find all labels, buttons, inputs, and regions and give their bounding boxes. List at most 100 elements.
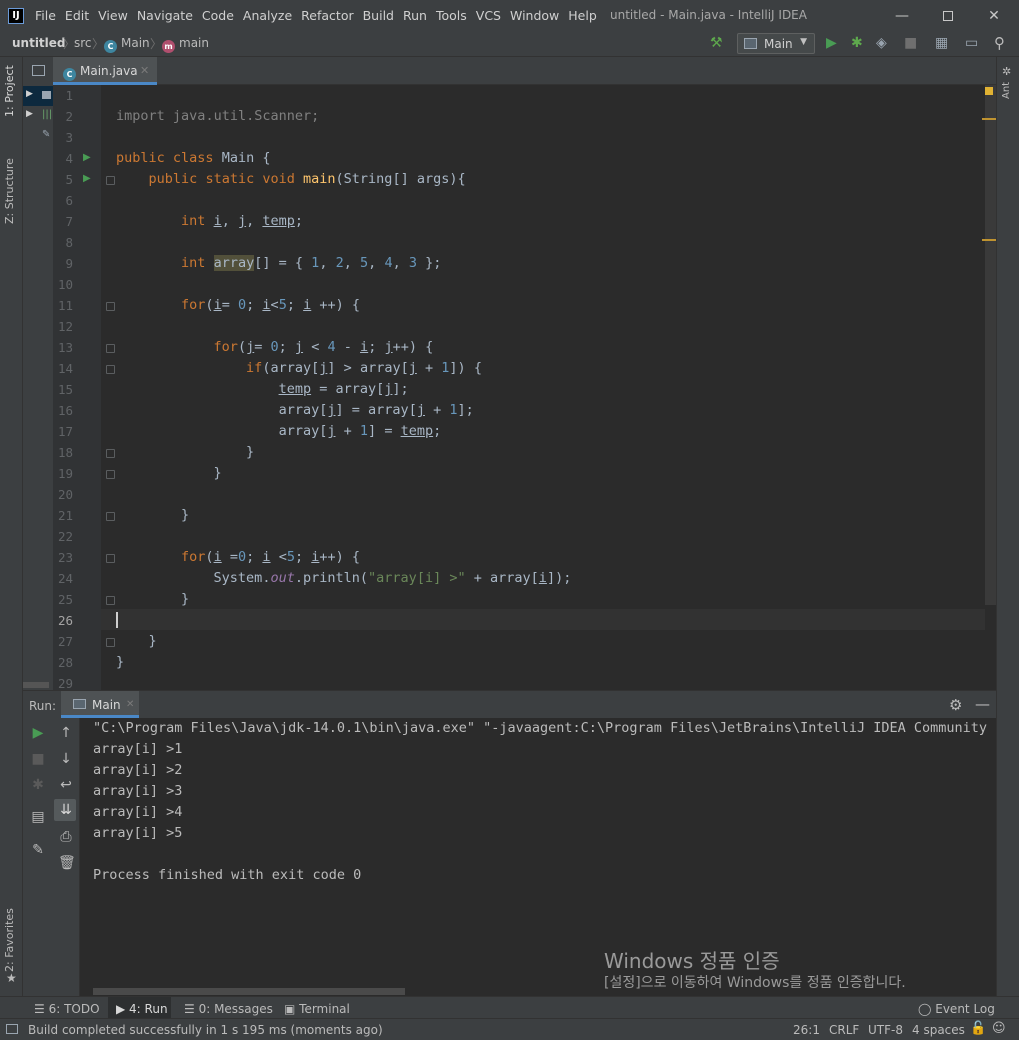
ant-tool-tab[interactable]: Ant xyxy=(1001,82,1012,99)
tool-tab-terminal[interactable]: ▣ Terminal xyxy=(284,1002,350,1016)
line-separator[interactable]: CRLF xyxy=(829,1023,859,1037)
project-tool-tab[interactable]: 1: Project xyxy=(3,65,16,117)
tool-tab-run[interactable]: ▶ 4: Run xyxy=(116,1002,168,1016)
project-view-icon[interactable] xyxy=(32,65,45,76)
run-config-selector[interactable]: Main ▼ xyxy=(737,33,815,54)
file-encoding[interactable]: UTF-8 xyxy=(868,1023,903,1037)
lock-icon[interactable]: 🔓 xyxy=(970,1021,986,1036)
menu-tools[interactable]: Tools xyxy=(436,8,467,23)
project-structure-icon[interactable]: ▦ xyxy=(935,35,948,51)
fold-marker-icon[interactable] xyxy=(106,638,115,647)
inspector-face-icon[interactable]: ☺ xyxy=(992,1021,1006,1036)
breadcrumb-folder[interactable]: src xyxy=(74,36,92,50)
fold-marker-icon[interactable] xyxy=(106,554,115,563)
breadcrumb-project[interactable]: untitled xyxy=(12,36,66,50)
menu-edit[interactable]: Edit xyxy=(65,8,89,23)
inspection-warning-icon[interactable] xyxy=(985,87,993,95)
warning-stripe-marker[interactable] xyxy=(982,239,996,241)
debug-bug-icon[interactable]: ✱ xyxy=(30,777,46,793)
menu-help[interactable]: Help xyxy=(568,8,597,23)
menu-analyze[interactable]: Analyze xyxy=(243,8,292,23)
expand-arrow-icon[interactable]: ▶ xyxy=(26,109,33,119)
soft-wrap-icon[interactable]: ↩ xyxy=(58,777,74,793)
menu-file[interactable]: File xyxy=(35,8,56,23)
favorites-tool-tab[interactable]: 2: Favorites xyxy=(3,908,16,972)
close-tab-icon[interactable]: ✕ xyxy=(126,699,134,710)
run-tab-main[interactable]: Main ✕ xyxy=(61,691,139,718)
class-icon: C xyxy=(63,68,76,81)
maximize-button[interactable] xyxy=(925,0,971,31)
expand-arrow-icon[interactable]: ▶ xyxy=(26,89,33,99)
editor-scrollbar[interactable] xyxy=(985,85,996,605)
structure-tool-tab[interactable]: Z: Structure xyxy=(3,158,16,224)
stop-icon[interactable]: ■ xyxy=(30,751,46,767)
line-number: 28 xyxy=(57,655,73,670)
rerun-icon[interactable]: ▶ xyxy=(30,725,46,741)
run-icon[interactable]: ▶ xyxy=(826,35,837,51)
breadcrumb-method[interactable]: m main xyxy=(162,36,209,53)
line-number: 17 xyxy=(57,424,73,439)
fold-marker-icon[interactable] xyxy=(106,470,115,479)
terminal-icon[interactable]: ▭ xyxy=(965,35,978,51)
line-number: 19 xyxy=(57,466,73,481)
debug-bug-icon[interactable]: ✱ xyxy=(851,35,863,51)
code-line: array[j + 1] = temp; xyxy=(278,423,442,439)
fold-marker-icon[interactable] xyxy=(106,449,115,458)
tool-tab-label: Terminal xyxy=(299,1002,350,1016)
line-number: 9 xyxy=(65,256,73,271)
menu-run[interactable]: Run xyxy=(403,8,427,23)
left-tool-strip: 1: Project Z: Structure 2: Favorites ★ xyxy=(0,57,23,1020)
project-scrollbar[interactable] xyxy=(23,682,49,688)
coverage-shield-icon[interactable]: ◈ xyxy=(876,35,887,51)
code-line: } xyxy=(246,444,255,460)
fold-marker-icon[interactable] xyxy=(106,512,115,521)
tab-main-java[interactable]: C Main.java ✕ xyxy=(53,57,157,85)
toggle-tool-windows-icon[interactable] xyxy=(6,1024,18,1034)
indent-setting[interactable]: 4 spaces xyxy=(912,1023,965,1037)
run-toolbar: ▶ ↑ ■ ↓ ✱ ↩ ⇊ ▤ ⎙ ✎ 🗑 xyxy=(23,718,80,996)
code-line: } xyxy=(181,591,190,607)
menu-navigate[interactable]: Navigate xyxy=(137,8,193,23)
caret-position[interactable]: 26:1 xyxy=(793,1023,820,1037)
tool-tab-event-log[interactable]: ◯ Event Log xyxy=(918,1002,995,1016)
gear-icon[interactable]: ⚙ xyxy=(949,696,962,714)
ant-icon: ✲ xyxy=(1002,65,1012,78)
status-bar: Build completed successfully in 1 s 195 … xyxy=(0,1018,1019,1040)
menu-view[interactable]: View xyxy=(98,8,128,23)
menu-window[interactable]: Window xyxy=(510,8,559,23)
line-number: 18 xyxy=(57,445,73,460)
search-icon[interactable]: ⚲ xyxy=(994,35,1005,51)
menu-build[interactable]: Build xyxy=(363,8,394,23)
status-message[interactable]: Build completed successfully in 1 s 195 … xyxy=(28,1023,383,1037)
fold-marker-icon[interactable] xyxy=(106,365,115,374)
fold-marker-icon[interactable] xyxy=(106,596,115,605)
pin-icon[interactable]: ✎ xyxy=(30,842,46,858)
tool-tab-messages[interactable]: ☰ 0: Messages xyxy=(184,1002,273,1016)
close-tab-icon[interactable]: ✕ xyxy=(140,64,149,77)
fold-marker-icon[interactable] xyxy=(106,344,115,353)
menu-refactor[interactable]: Refactor xyxy=(301,8,353,23)
print-icon[interactable]: ⎙ xyxy=(58,829,74,845)
down-arrow-icon[interactable]: ↓ xyxy=(58,751,74,767)
close-button[interactable]: ✕ xyxy=(971,0,1017,31)
console-line: array[i] >4 xyxy=(93,804,183,820)
build-hammer-icon[interactable]: ⚒ xyxy=(710,35,723,51)
tool-tab-todo[interactable]: ☰ 6: TODO xyxy=(34,1002,100,1016)
minimize-button[interactable]: — xyxy=(879,0,925,31)
trash-icon[interactable]: 🗑 xyxy=(58,855,76,871)
breadcrumb-class[interactable]: C Main xyxy=(104,36,150,53)
menu-vcs[interactable]: VCS xyxy=(476,8,501,23)
stop-icon[interactable]: ■ xyxy=(904,35,917,51)
up-arrow-icon[interactable]: ↑ xyxy=(58,725,74,741)
run-gutter-icon[interactable]: ▶ xyxy=(83,173,91,184)
hide-panel-icon[interactable]: — xyxy=(975,695,990,713)
console-output[interactable]: "C:\Program Files\Java\jdk-14.0.1\bin\ja… xyxy=(81,718,996,996)
fold-marker-icon[interactable] xyxy=(106,302,115,311)
warning-stripe-marker[interactable] xyxy=(982,118,996,120)
run-gutter-icon[interactable]: ▶ xyxy=(83,152,91,163)
menu-code[interactable]: Code xyxy=(202,8,234,23)
console-scrollbar[interactable] xyxy=(93,988,405,995)
fold-marker-icon[interactable] xyxy=(106,176,115,185)
code-line: } xyxy=(181,507,190,523)
layout-icon[interactable]: ▤ xyxy=(30,809,46,825)
